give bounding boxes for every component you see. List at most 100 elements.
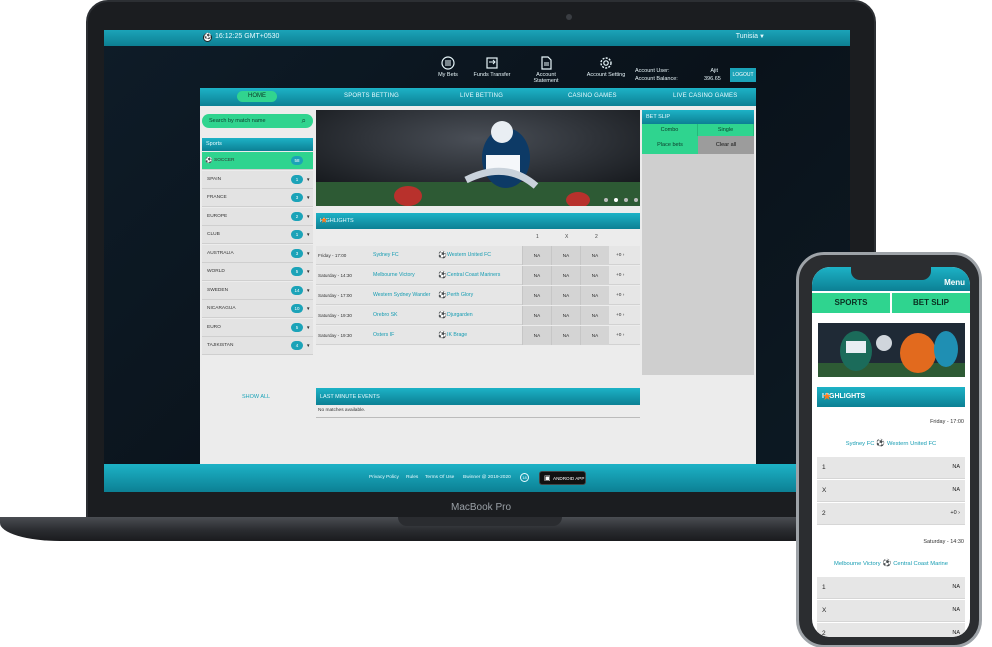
home-team-link[interactable]: Osters IF [373, 332, 394, 338]
phone-hero-banner[interactable] [818, 323, 965, 377]
home-team-link[interactable]: Sydney FC [373, 252, 399, 258]
away-team-link[interactable]: IK Brage [447, 332, 467, 338]
language-selector[interactable]: Tunisia [736, 33, 758, 40]
more-markets-link[interactable]: +0 › [616, 333, 624, 338]
more-markets-link[interactable]: +0 › [616, 253, 624, 258]
funds-transfer-button[interactable]: Funds Transfer [470, 56, 514, 78]
privacy-policy-link[interactable]: Privacy Policy [369, 475, 399, 480]
column-1: 1 [536, 234, 539, 240]
logout-button[interactable]: LOGOUT [730, 68, 756, 82]
phone-odd-row[interactable]: X NA [817, 480, 965, 502]
phone-odd-row[interactable]: 1 NA [817, 577, 965, 599]
terms-link[interactable]: Terms Of Use [425, 475, 454, 480]
caret-down-icon[interactable]: ▼ [306, 325, 310, 330]
odd-draw-button[interactable]: NA [551, 326, 580, 345]
account-setting-button[interactable]: Account Setting [584, 56, 628, 78]
sport-name: SWEDEN [207, 287, 229, 293]
caret-down-icon[interactable]: ▼ [306, 195, 310, 200]
odd-away-button[interactable]: NA [580, 266, 609, 285]
search-icon[interactable]: ⌕ [302, 116, 306, 126]
home-team-link[interactable]: Melbourne Victory [373, 272, 415, 278]
odd-home-button[interactable]: NA [522, 246, 551, 265]
more-markets-link[interactable]: +0 › [616, 273, 624, 278]
odd-away-button[interactable]: NA [580, 326, 609, 345]
android-app-button[interactable]: ▣ ANDROID APP [539, 471, 586, 485]
phone-odd-row[interactable]: X NA [817, 600, 965, 622]
sport-item[interactable]: NICARAGUA 10 ▼ [202, 300, 313, 318]
carousel-dot[interactable] [604, 198, 608, 202]
phone-tab-bet-slip[interactable]: BET SLIP [892, 293, 970, 313]
away-team-link[interactable]: Central Coast Marine [893, 561, 948, 567]
phone-odd-row[interactable]: 1 NA [817, 457, 965, 479]
carousel-dot-active[interactable] [614, 198, 618, 202]
caret-down-icon[interactable]: ▼ [306, 288, 310, 293]
show-all-link[interactable]: SHOW ALL [242, 394, 270, 400]
caret-down-icon[interactable]: ▼ [306, 232, 310, 237]
odd-draw-button[interactable]: NA [551, 306, 580, 325]
tab-single[interactable]: Single [698, 124, 754, 136]
caret-down-icon[interactable]: ▼ [306, 306, 310, 311]
phone-tab-sports[interactable]: SPORTS [812, 293, 890, 313]
odd-draw-button[interactable]: NA [551, 286, 580, 305]
home-team-link[interactable]: Orebro SK [373, 312, 398, 318]
odd-home-button[interactable]: NA [522, 266, 551, 285]
more-markets-link[interactable]: +0 › [616, 293, 624, 298]
my-bets-button[interactable]: My Bets [426, 56, 470, 78]
away-team-link[interactable]: Western United FC [447, 252, 491, 258]
sport-name: EURO [207, 324, 221, 330]
home-team-link[interactable]: Melbourne Victory [834, 561, 881, 567]
odd-home-button[interactable]: NA [522, 286, 551, 305]
sport-item[interactable]: FRANCE 3 ▼ [202, 189, 313, 207]
home-team-link[interactable]: Sydney FC [846, 441, 875, 447]
caret-down-icon[interactable]: ▼ [306, 343, 310, 348]
search-input[interactable]: Search by match name ⌕ [202, 114, 313, 128]
hero-banner[interactable] [316, 110, 640, 206]
sport-item[interactable]: SPAIN 1 ▼ [202, 170, 313, 189]
home-team-link[interactable]: Western Sydney Wander [373, 292, 430, 298]
odd-away-button[interactable]: NA [580, 306, 609, 325]
odd-home-button[interactable]: NA [522, 326, 551, 345]
sport-item[interactable]: TAJIKISTAN 4 ▼ [202, 337, 313, 355]
caret-down-icon[interactable]: ▼ [306, 214, 310, 219]
soccer-ball-icon: ⚽ [874, 440, 888, 447]
caret-down-icon[interactable]: ▼ [306, 177, 310, 182]
away-team-link[interactable]: Western United FC [887, 441, 936, 447]
away-team-link[interactable]: Perth Glory [447, 292, 473, 298]
sport-item[interactable]: WORLD 5 ▼ [202, 263, 313, 281]
away-team-link[interactable]: Djurgarden [447, 312, 473, 318]
odd-away-button[interactable]: NA [580, 246, 609, 265]
nav-sports-betting[interactable]: SPORTS BETTING [344, 93, 399, 99]
nav-live-casino-games[interactable]: LIVE CASINO GAMES [673, 93, 737, 99]
sport-item[interactable]: ⚽ SOCCER 58 [202, 152, 313, 170]
odd-home-button[interactable]: NA [522, 306, 551, 325]
phone-odd-row[interactable]: 2 +0 › [817, 503, 965, 525]
phone-odd-row[interactable]: 2 NA [817, 623, 965, 637]
rules-link[interactable]: Rules [406, 475, 418, 480]
more-markets-link[interactable]: +0 › [616, 313, 624, 318]
account-statement-button[interactable]: Account Statement [524, 56, 568, 84]
tab-combo[interactable]: Combo [642, 124, 698, 136]
caret-down-icon[interactable]: ▼ [306, 269, 310, 274]
carousel-dot[interactable] [634, 198, 638, 202]
clear-all-button[interactable]: Clear all [698, 136, 754, 154]
sport-item[interactable]: SWEDEN 14 ▼ [202, 281, 313, 300]
odd-draw-button[interactable]: NA [551, 246, 580, 265]
phone-menu-button[interactable]: Menu [944, 278, 965, 287]
sport-count-badge: 1 [291, 230, 303, 239]
sport-item[interactable]: CLUB 1 ▼ [202, 226, 313, 244]
nav-casino-games[interactable]: CASINO GAMES [568, 93, 617, 99]
away-team-link[interactable]: Central Coast Mariners [447, 272, 500, 278]
odd-draw-button[interactable]: NA [551, 266, 580, 285]
caret-down-icon[interactable]: ▼ [759, 34, 765, 40]
carousel-dot[interactable] [624, 198, 628, 202]
odd-key: 2 [822, 630, 826, 637]
place-bets-button[interactable]: Place bets [642, 136, 698, 154]
nav-home[interactable]: HOME [237, 91, 277, 102]
android-app-label: ANDROID APP [553, 476, 585, 481]
sport-item[interactable]: AUSTRALIA 3 ▼ [202, 244, 313, 263]
nav-live-betting[interactable]: LIVE BETTING [460, 93, 503, 99]
odd-away-button[interactable]: NA [580, 286, 609, 305]
sport-item[interactable]: EURO 5 ▼ [202, 318, 313, 337]
caret-down-icon[interactable]: ▼ [306, 251, 310, 256]
sport-item[interactable]: EUROPE 2 ▼ [202, 207, 313, 226]
